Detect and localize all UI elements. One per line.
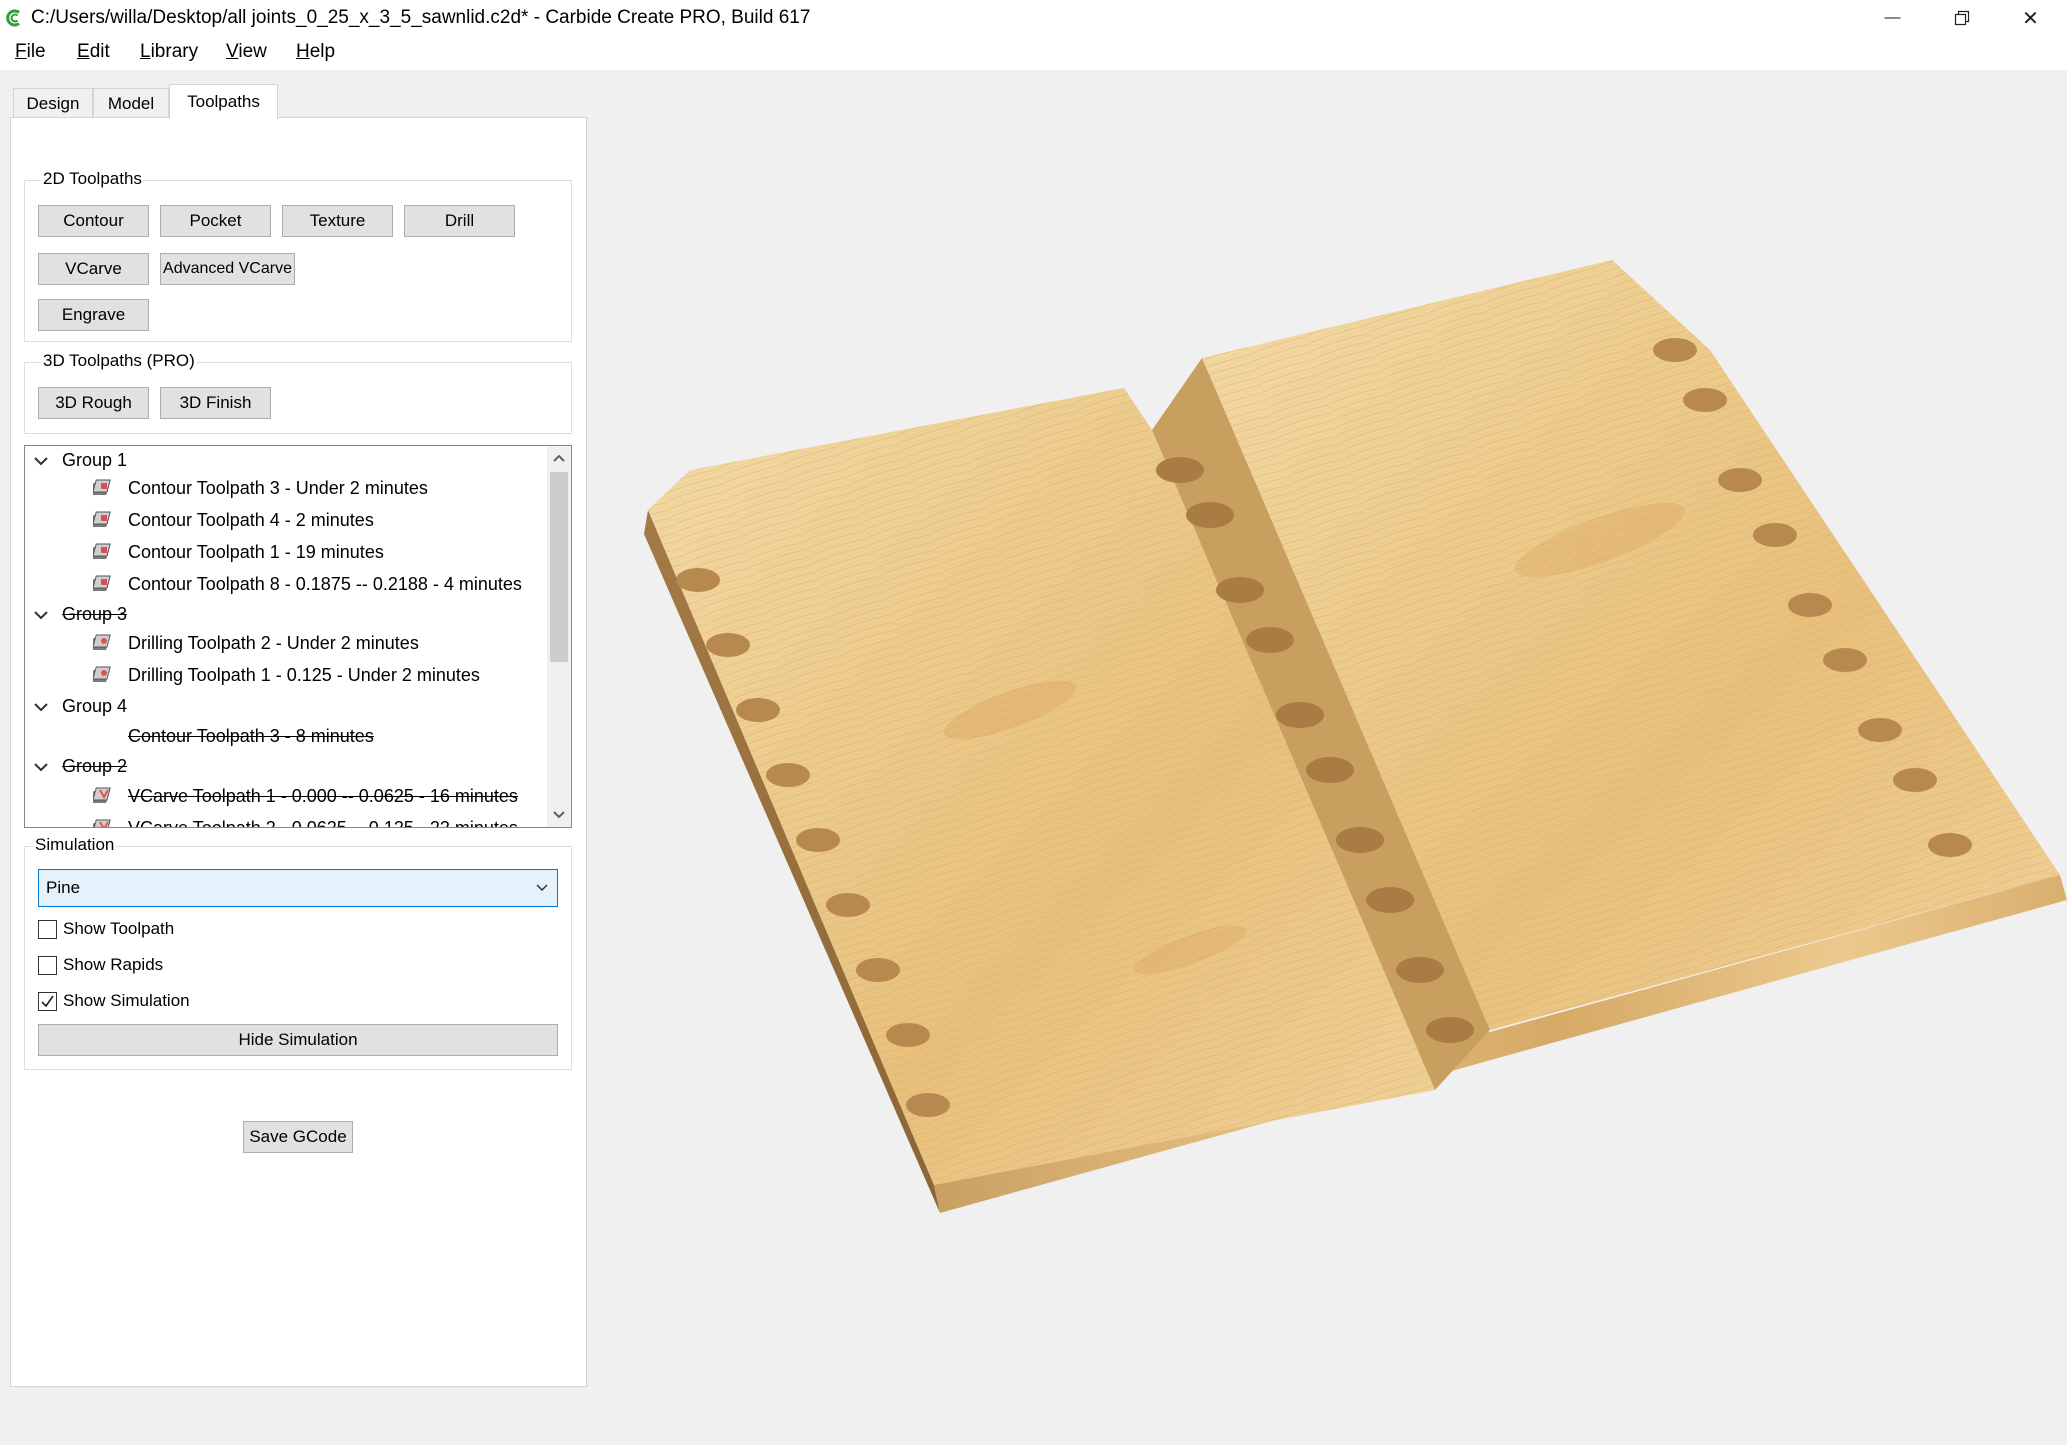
- chevron-down-icon[interactable]: [33, 607, 49, 623]
- tree-item-contour-4[interactable]: Contour Toolpath 4 - 2 minutes: [128, 506, 374, 534]
- menu-bar: File Edit Library View Help: [0, 36, 2067, 70]
- contour-toolpath-icon: [93, 575, 111, 591]
- engrave-button[interactable]: Engrave: [38, 299, 149, 331]
- contour-button[interactable]: Contour: [38, 205, 149, 237]
- drilling-toolpath-icon: [93, 634, 111, 650]
- tree-item-contour-8[interactable]: Contour Toolpath 8 - 0.1875 -- 0.2188 - …: [128, 570, 522, 598]
- contour-toolpath-icon: [93, 511, 111, 527]
- menu-help[interactable]: Help: [296, 41, 335, 63]
- show-toolpath-label: Show Toolpath: [63, 919, 175, 938]
- restore-icon: [1954, 10, 1969, 26]
- show-simulation-checkbox[interactable]: [38, 991, 57, 1011]
- tree-item-vcarve-1[interactable]: VCarve Toolpath 1 - 0.000 -- 0.0625 - 16…: [128, 782, 518, 810]
- show-toolpath-checkbox[interactable]: [38, 919, 57, 939]
- tree-group-2[interactable]: Group 2: [62, 752, 127, 780]
- material-select[interactable]: Pine: [38, 869, 558, 907]
- close-icon: ✕: [2022, 7, 2039, 30]
- scroll-thumb[interactable]: [550, 472, 568, 662]
- tree-group-4[interactable]: Group 4: [62, 692, 127, 720]
- tree-item-contour-3-disabled[interactable]: Contour Toolpath 3 - 8 minutes: [128, 722, 374, 750]
- window-title: C:/Users/willa/Desktop/all joints_0_25_x…: [31, 7, 811, 28]
- simulation-label: Simulation: [33, 835, 117, 855]
- vcarve-toolpath-icon: [93, 787, 111, 803]
- minimize-icon: —: [1884, 9, 1901, 26]
- menu-edit[interactable]: Edit: [77, 41, 110, 63]
- hide-simulation-button[interactable]: Hide Simulation: [38, 1024, 558, 1056]
- show-simulation-label: Show Simulation: [63, 991, 190, 1010]
- close-button[interactable]: ✕: [1996, 0, 2065, 36]
- tree-item-vcarve-2[interactable]: VCarve Toolpath 2 - 0.0625 -- 0.125 - 22…: [128, 814, 518, 828]
- show-rapids-label: Show Rapids: [63, 955, 164, 974]
- menu-library[interactable]: Library: [140, 41, 198, 63]
- tab-design[interactable]: Design: [13, 88, 93, 118]
- tree-item-drilling-1[interactable]: Drilling Toolpath 1 - 0.125 - Under 2 mi…: [128, 661, 480, 689]
- minimize-button[interactable]: —: [1858, 0, 1927, 36]
- show-toolpath-option[interactable]: Show Toolpath: [38, 918, 174, 940]
- tab-toolpaths[interactable]: Toolpaths: [169, 84, 278, 119]
- tab-model[interactable]: Model: [93, 88, 169, 118]
- chevron-down-icon[interactable]: [33, 759, 49, 775]
- menu-view[interactable]: View: [226, 41, 267, 63]
- 3d-viewport[interactable]: [590, 70, 2067, 1440]
- tree-item-drilling-2[interactable]: Drilling Toolpath 2 - Under 2 minutes: [128, 629, 419, 657]
- title-bar: C:/Users/willa/Desktop/all joints_0_25_x…: [0, 0, 2067, 36]
- menu-file[interactable]: File: [15, 41, 46, 63]
- 3d-rough-button[interactable]: 3D Rough: [38, 387, 149, 419]
- 2d-toolpaths-label: 2D Toolpaths: [41, 169, 144, 189]
- drill-button[interactable]: Drill: [404, 205, 515, 237]
- chevron-down-icon[interactable]: [33, 453, 49, 469]
- scroll-up-icon[interactable]: [547, 446, 571, 470]
- 3d-toolpaths-label: 3D Toolpaths (PRO): [41, 351, 197, 371]
- checkmark-icon: [41, 995, 54, 1007]
- tree-item-contour-1[interactable]: Contour Toolpath 1 - 19 minutes: [128, 538, 384, 566]
- restore-button[interactable]: [1927, 0, 1996, 36]
- show-simulation-option[interactable]: Show Simulation: [38, 990, 190, 1012]
- show-rapids-option[interactable]: Show Rapids: [38, 954, 163, 976]
- save-gcode-button[interactable]: Save GCode: [243, 1121, 353, 1153]
- vcarve-button[interactable]: VCarve: [38, 253, 149, 285]
- tree-item-contour-3[interactable]: Contour Toolpath 3 - Under 2 minutes: [128, 474, 428, 502]
- scroll-down-icon[interactable]: [547, 803, 571, 827]
- pocket-button[interactable]: Pocket: [160, 205, 271, 237]
- advanced-vcarve-button[interactable]: Advanced VCarve: [160, 253, 295, 285]
- tree-scrollbar[interactable]: [547, 446, 571, 827]
- chevron-down-icon: [536, 884, 548, 892]
- 3d-finish-button[interactable]: 3D Finish: [160, 387, 271, 419]
- contour-toolpath-icon: [93, 543, 111, 559]
- vcarve-toolpath-icon: [93, 819, 111, 827]
- drilling-toolpath-icon: [93, 666, 111, 682]
- texture-button[interactable]: Texture: [282, 205, 393, 237]
- toolpath-tree[interactable]: Group 1 Contour Toolpath 3 - Under 2 min…: [24, 445, 572, 828]
- chevron-down-icon[interactable]: [33, 699, 49, 715]
- tree-group-1[interactable]: Group 1: [62, 446, 127, 474]
- simulated-wood-board[interactable]: [590, 70, 2067, 1440]
- show-rapids-checkbox[interactable]: [38, 955, 57, 975]
- contour-toolpath-icon: [93, 479, 111, 495]
- material-value: Pine: [46, 878, 81, 897]
- carbide-create-app-icon: [6, 9, 20, 27]
- tree-group-3[interactable]: Group 3: [62, 600, 127, 628]
